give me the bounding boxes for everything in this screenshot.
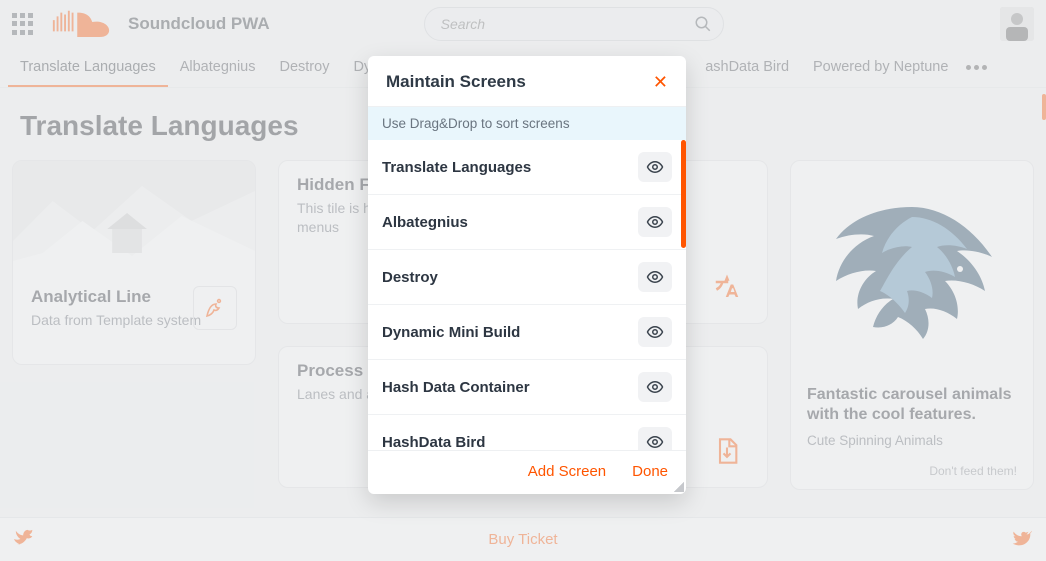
- visibility-toggle[interactable]: [638, 427, 672, 450]
- screen-item[interactable]: Dynamic Mini Build: [368, 305, 686, 360]
- visibility-toggle[interactable]: [638, 207, 672, 237]
- screen-item[interactable]: Translate Languages: [368, 140, 686, 195]
- add-screen-button[interactable]: Add Screen: [528, 463, 606, 480]
- visibility-toggle[interactable]: [638, 372, 672, 402]
- visibility-toggle[interactable]: [638, 262, 672, 292]
- maintain-screens-modal: Maintain Screens ✕ Use Drag&Drop to sort…: [368, 56, 686, 494]
- screen-label: Hash Data Container: [382, 379, 530, 396]
- screen-item[interactable]: Albategnius: [368, 195, 686, 250]
- screen-label: Albategnius: [382, 214, 468, 231]
- screen-label: Dynamic Mini Build: [382, 324, 520, 341]
- resize-handle[interactable]: [674, 482, 684, 492]
- modal-hint: Use Drag&Drop to sort screens: [368, 107, 686, 140]
- visibility-toggle[interactable]: [638, 152, 672, 182]
- screen-label: Translate Languages: [382, 159, 531, 176]
- screens-list: Translate Languages Albategnius Destroy …: [368, 140, 686, 450]
- modal-scrollbar-thumb[interactable]: [681, 140, 686, 248]
- screen-item[interactable]: HashData Bird: [368, 415, 686, 450]
- screen-item[interactable]: Destroy: [368, 250, 686, 305]
- screen-label: HashData Bird: [382, 434, 485, 451]
- close-icon[interactable]: ✕: [653, 73, 668, 91]
- visibility-toggle[interactable]: [638, 317, 672, 347]
- done-button[interactable]: Done: [632, 463, 668, 480]
- screen-label: Destroy: [382, 269, 438, 286]
- modal-title: Maintain Screens: [386, 72, 526, 92]
- screen-item[interactable]: Hash Data Container: [368, 360, 686, 415]
